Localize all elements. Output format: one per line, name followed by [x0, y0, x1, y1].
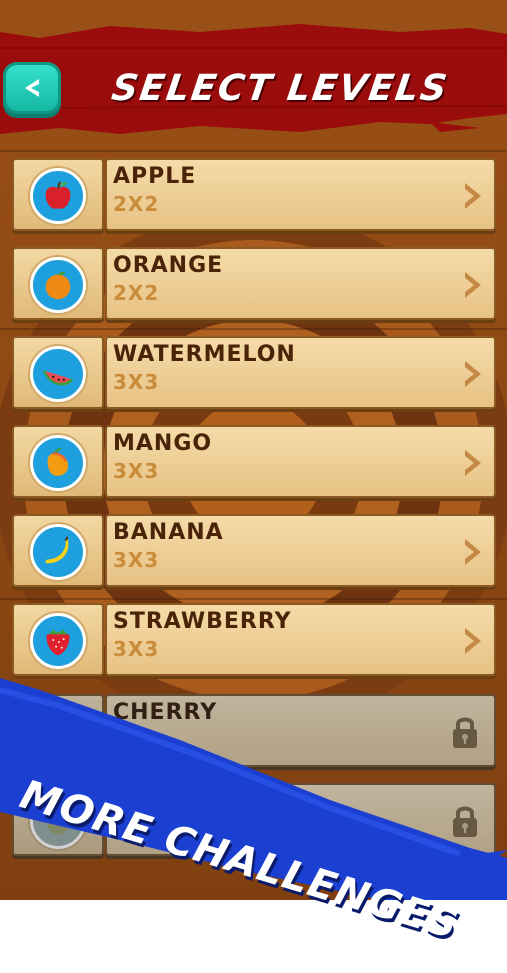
plank-seam	[0, 150, 507, 152]
level-icon-frame	[12, 336, 104, 409]
level-size: 3X3	[113, 459, 160, 483]
back-button[interactable]	[3, 62, 61, 114]
level-info: CHERRY 3X3	[105, 694, 496, 767]
level-name: BANANA	[113, 520, 224, 545]
orange-icon	[45, 271, 71, 300]
level-size: 3X3	[113, 548, 160, 572]
level-row-mango[interactable]: MANGO 3X3	[12, 425, 496, 498]
level-icon-frame	[12, 425, 104, 498]
chevron-right-icon	[465, 361, 481, 387]
plank-seam	[0, 328, 507, 330]
level-name: ORANGE	[113, 253, 224, 278]
chevron-right-icon	[465, 272, 481, 298]
back-arrow-icon	[25, 79, 39, 97]
level-name: MANGO	[113, 431, 213, 456]
level-row-orange[interactable]: ORANGE 2X2	[12, 247, 496, 320]
icon-badge	[30, 704, 86, 760]
level-size: 2X2	[113, 192, 160, 216]
level-row-cherry[interactable]: CHERRY 3X3	[12, 694, 496, 767]
chevron-right-icon	[465, 450, 481, 476]
level-size: 3X3	[113, 370, 160, 394]
banana-icon	[45, 536, 69, 564]
level-size: 2X2	[113, 281, 160, 305]
mango-icon	[47, 447, 69, 476]
icon-badge	[30, 168, 86, 224]
level-info: APPLE 2X2	[105, 158, 496, 231]
level-icon-frame	[12, 603, 104, 676]
level-icon-frame	[12, 514, 104, 587]
level-name: CHERRY	[113, 700, 218, 725]
lock-icon	[453, 717, 477, 748]
icon-badge	[30, 524, 86, 580]
level-info: WATERMELON 3X3	[105, 336, 496, 409]
level-info: BANANA 3X3	[105, 514, 496, 587]
level-row-banana[interactable]: BANANA 3X3	[12, 514, 496, 587]
page-title: SELECT LEVELS	[109, 67, 452, 109]
level-row-apple[interactable]: APPLE 2X2	[12, 158, 496, 231]
level-size: 3X3	[113, 637, 160, 661]
level-row-strawberry[interactable]: STRAWBERRY 3X3	[12, 603, 496, 676]
level-info: STRAWBERRY 3X3	[105, 603, 496, 676]
chevron-right-icon	[465, 539, 481, 565]
level-size: 3X3	[113, 728, 160, 752]
apple-icon	[45, 181, 71, 209]
icon-badge	[30, 613, 86, 669]
level-info: MANGO 3X3	[105, 425, 496, 498]
level-name: STRAWBERRY	[113, 609, 292, 634]
icon-badge	[30, 346, 86, 402]
chevron-right-icon	[465, 183, 481, 209]
level-name: WATERMELON	[113, 342, 296, 367]
icon-badge	[30, 435, 86, 491]
level-icon-frame	[12, 694, 104, 767]
level-icon-frame	[12, 247, 104, 320]
plank-seam	[0, 598, 507, 600]
level-info: ORANGE 2X2	[105, 247, 496, 320]
level-name: APPLE	[113, 164, 197, 189]
level-icon-frame	[12, 158, 104, 231]
chevron-right-icon	[465, 628, 481, 654]
strawberry-icon	[46, 629, 70, 656]
watermelon-icon	[42, 370, 74, 386]
cherry-icon	[45, 716, 72, 746]
level-row-watermelon[interactable]: WATERMELON 3X3	[12, 336, 496, 409]
lock-icon	[453, 806, 477, 837]
icon-badge	[30, 257, 86, 313]
